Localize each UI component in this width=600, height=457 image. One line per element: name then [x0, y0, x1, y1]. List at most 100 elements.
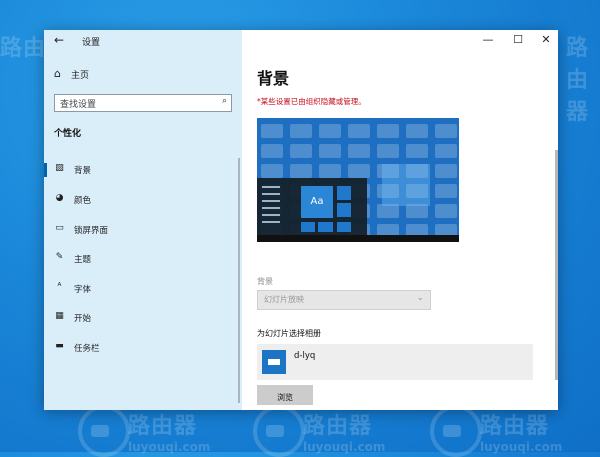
preview-tile: [337, 186, 351, 200]
preview-wallpaper-tile: [348, 124, 370, 138]
preview-wallpaper-tile: [377, 124, 399, 138]
search-placeholder: 查找设置: [60, 100, 97, 110]
watermark-logo-icon: [253, 405, 305, 457]
home-icon: ⌂: [54, 67, 61, 80]
main-scrollbar[interactable]: [555, 150, 558, 380]
preview-tile: [337, 203, 351, 217]
preview-wallpaper-tile: [435, 164, 457, 178]
search-icon[interactable]: ⌕: [222, 96, 227, 106]
settings-window: ← 设置 ⌂ 主页 查找设置 ⌕ 个性化 ▨ 背景 ◕ 颜色 ▭ 锁屏界面 ✎ …: [44, 30, 558, 410]
preview-wallpaper-tile: [377, 144, 399, 158]
browse-button[interactable]: 浏览: [257, 385, 313, 405]
taskbar-icon: ▬: [55, 341, 64, 351]
font-icon: ᴬ: [57, 282, 62, 292]
preview-tile: [337, 222, 351, 232]
preview-wallpaper-tile: [348, 164, 370, 178]
start-icon: ▦: [55, 311, 64, 321]
sidebar-item-taskbar[interactable]: ▬ 任务栏: [44, 338, 240, 358]
preview-tile: [318, 222, 333, 232]
sidebar-scrollbar[interactable]: [238, 158, 240, 403]
watermark-text: 路由器: [566, 30, 600, 126]
sidebar-item-label: 任务栏: [74, 344, 100, 354]
preview-wallpaper-tile: [319, 164, 341, 178]
preview-wallpaper-tile: [435, 144, 457, 158]
minimize-icon[interactable]: —: [478, 33, 498, 46]
preview-start-menu: Aa: [257, 178, 367, 242]
page-title: 背景: [257, 69, 290, 88]
sidebar-item-label: 锁屏界面: [74, 226, 109, 236]
sidebar-item-colors[interactable]: ◕ 颜色: [44, 190, 240, 210]
back-arrow-icon[interactable]: ←: [54, 33, 64, 47]
title-bar: ← 设置: [44, 30, 242, 52]
preview-wallpaper-tile: [261, 144, 283, 158]
preview-tile: [301, 222, 315, 232]
preview-wallpaper-tile: [435, 124, 457, 138]
sidebar-item-label: 背景: [74, 166, 92, 176]
background-type-dropdown[interactable]: 幻灯片放映 ⌄: [257, 290, 431, 310]
watermark-cn: 路由器: [303, 414, 373, 439]
home-label: 主页: [71, 71, 90, 81]
preview-menu-line: [262, 193, 280, 195]
sidebar-item-background[interactable]: ▨ 背景: [44, 160, 240, 180]
watermark-text: 路由器 luyouqi.com: [128, 408, 210, 454]
preview-taskbar: [257, 235, 459, 242]
preview-wallpaper-tile: [348, 144, 370, 158]
background-label: 背景: [257, 277, 273, 286]
sidebar-item-start[interactable]: ▦ 开始: [44, 308, 240, 328]
watermark-cn: 路由器: [480, 414, 550, 439]
image-icon: ▨: [55, 163, 64, 173]
preview-wallpaper-tile: [406, 124, 428, 138]
preview-wallpaper-tile: [435, 184, 457, 198]
sidebar-item-label: 主题: [74, 255, 92, 265]
home-link[interactable]: ⌂ 主页: [44, 66, 242, 84]
sidebar-item-label: 开始: [74, 314, 92, 324]
lock-screen-icon: ▭: [55, 223, 64, 233]
selected-indicator: [44, 163, 47, 177]
sidebar-item-lock-screen[interactable]: ▭ 锁屏界面: [44, 220, 240, 240]
preview-wallpaper-tile: [319, 144, 341, 158]
preview-wallpaper-tile: [319, 124, 341, 138]
search-input[interactable]: 查找设置 ⌕: [54, 94, 232, 112]
preview-menu-line: [262, 221, 280, 223]
sidebar-item-fonts[interactable]: ᴬ 字体: [44, 279, 240, 299]
policy-warning: *某些设置已由组织隐藏或管理。: [257, 97, 366, 106]
maximize-icon[interactable]: ☐: [508, 33, 528, 46]
preview-menu-line: [262, 186, 280, 188]
preview-tile-aa: Aa: [301, 186, 333, 218]
background-preview: Aa: [257, 118, 459, 242]
close-icon[interactable]: ✕: [536, 33, 556, 46]
watermark-text: 路由器 luyouqi.com: [480, 408, 562, 454]
preview-wallpaper-tile: [261, 124, 283, 138]
album-selection[interactable]: d-lyq: [257, 344, 533, 380]
watermark-logo-icon: [430, 405, 482, 457]
album-label: 为幻灯片选择相册: [257, 329, 321, 338]
preview-wallpaper-tile: [435, 204, 457, 218]
preview-wallpaper-tile: [261, 164, 283, 178]
watermark-text: 路由器 luyouqi.com: [303, 408, 385, 454]
chevron-down-icon: ⌄: [416, 293, 424, 303]
sidebar: ← 设置 ⌂ 主页 查找设置 ⌕ 个性化 ▨ 背景 ◕ 颜色 ▭ 锁屏界面 ✎ …: [44, 30, 242, 410]
window-controls: — ☐ ✕: [448, 30, 558, 52]
album-name: d-lyq: [294, 351, 316, 361]
folder-icon: [262, 350, 286, 374]
sidebar-item-label: 颜色: [74, 196, 92, 206]
section-title: 个性化: [54, 129, 82, 139]
dropdown-value: 幻灯片放映: [264, 295, 304, 304]
preview-menu-line: [262, 214, 280, 216]
preview-menu-line: [262, 207, 280, 209]
preview-wallpaper-tile: [290, 124, 312, 138]
brush-icon: ✎: [55, 252, 64, 262]
preview-window-shape: [382, 164, 430, 206]
sidebar-item-themes[interactable]: ✎ 主题: [44, 249, 240, 269]
watermark-logo-icon: [78, 405, 130, 457]
preview-wallpaper-tile: [377, 204, 399, 218]
palette-icon: ◕: [55, 193, 64, 203]
browse-label: 浏览: [277, 392, 293, 402]
preview-wallpaper-tile: [406, 204, 428, 218]
main-content: — ☐ ✕ 背景 *某些设置已由组织隐藏或管理。 Aa 背景 幻灯片放映 ⌄ 为…: [242, 30, 558, 410]
sidebar-item-label: 字体: [74, 285, 92, 295]
window-title: 设置: [82, 38, 101, 48]
preview-wallpaper-tile: [406, 144, 428, 158]
preview-wallpaper-tile: [290, 164, 312, 178]
preview-wallpaper-tile: [290, 144, 312, 158]
